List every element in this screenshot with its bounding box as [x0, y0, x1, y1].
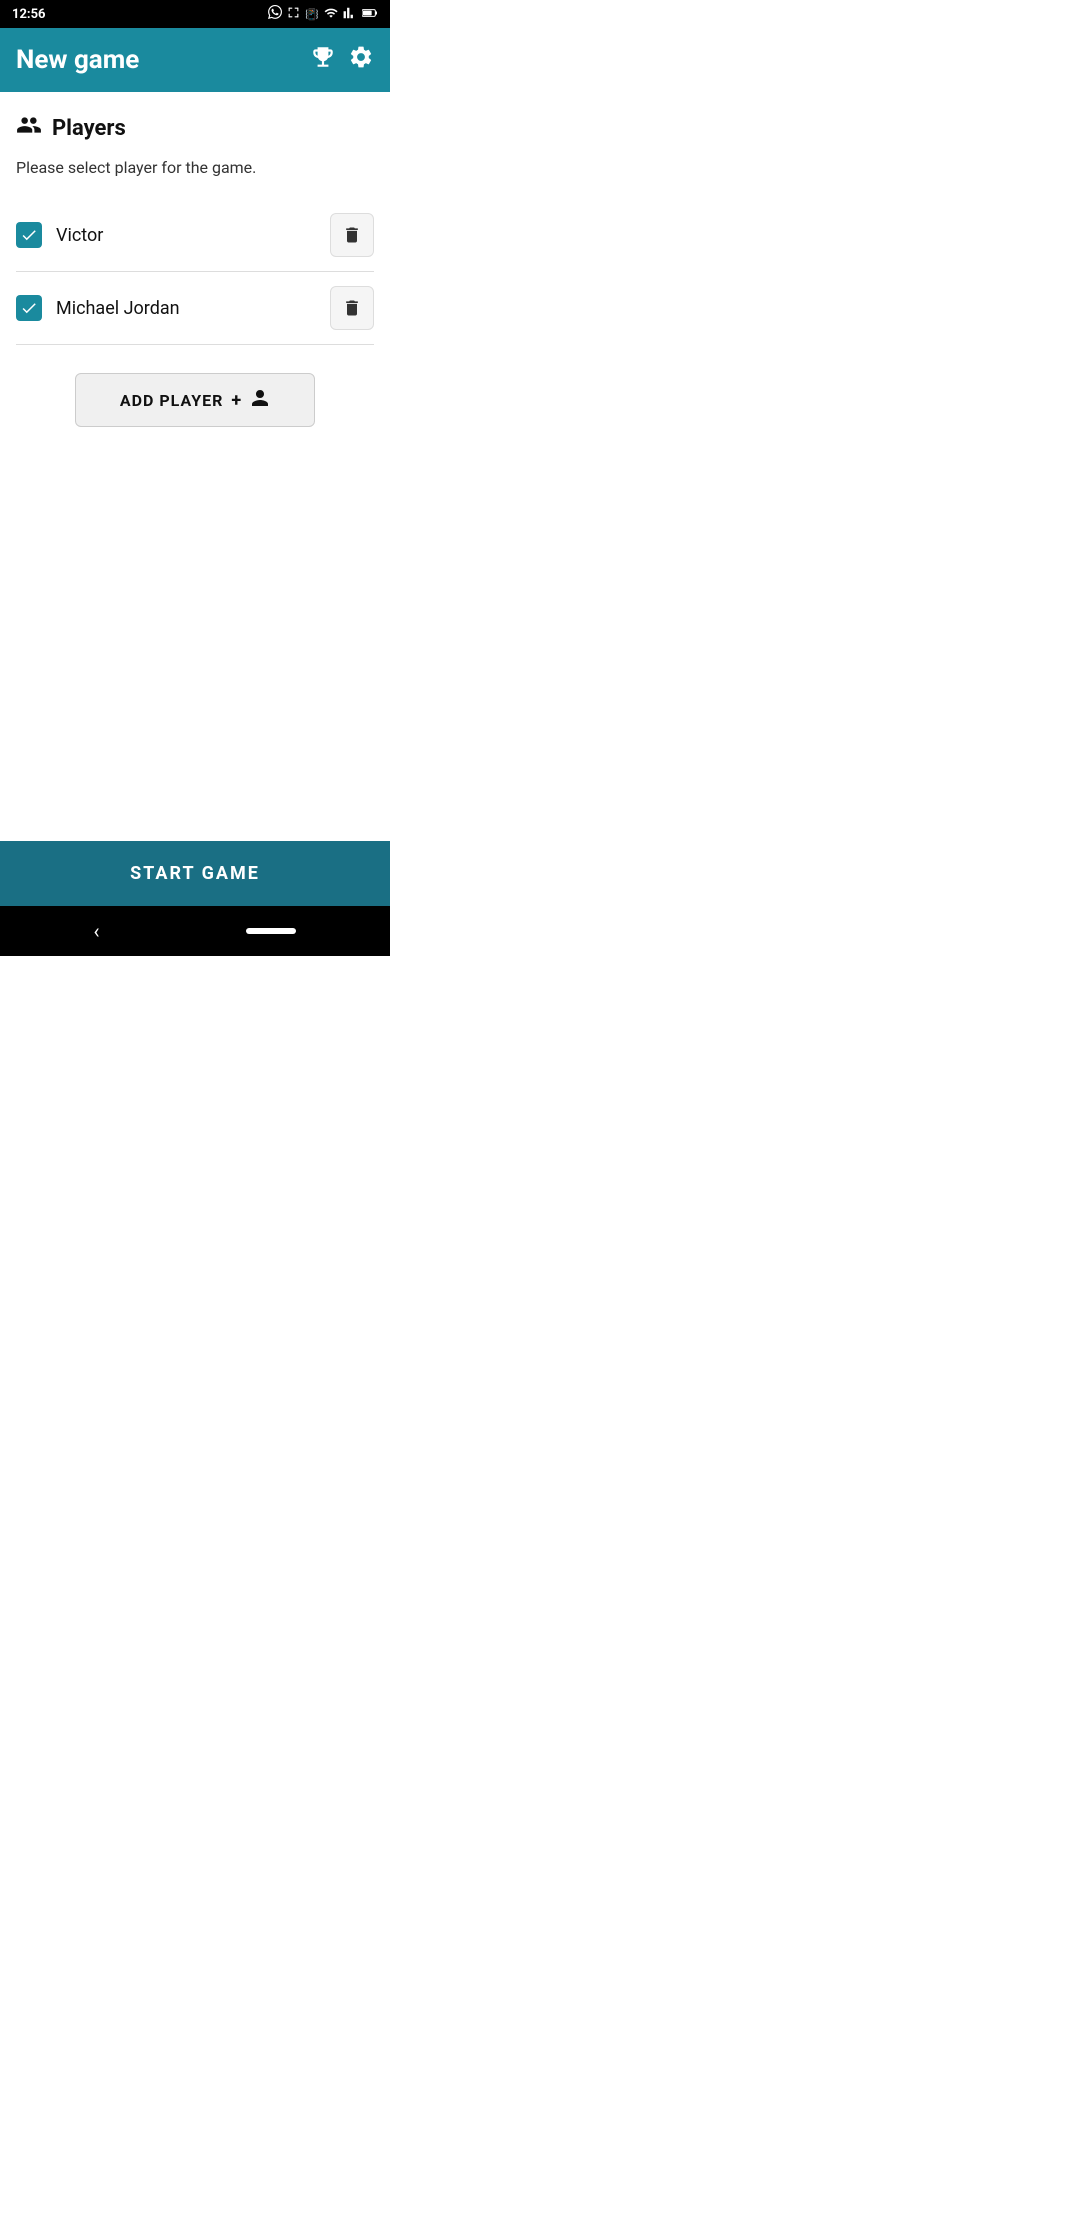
wifi-icon — [324, 6, 338, 23]
players-subtitle: Please select player for the game. — [16, 158, 374, 177]
player-1-delete-button[interactable] — [330, 213, 374, 257]
app-bar-actions — [310, 44, 374, 76]
page-title: New game — [16, 45, 139, 75]
status-icons: 📳 — [268, 5, 378, 23]
app-bar: New game — [0, 28, 390, 92]
player-row: Michael Jordan — [16, 272, 374, 345]
whatsapp-icon — [268, 5, 282, 23]
battery-icon — [362, 7, 378, 22]
person-icon — [250, 388, 270, 412]
nav-bar: ‹ — [0, 906, 390, 956]
status-bar: 12:56 📳 — [0, 0, 390, 28]
main-content: Players Please select player for the gam… — [0, 92, 390, 841]
section-header: Players — [16, 112, 374, 144]
player-2-name: Michael Jordan — [56, 298, 180, 319]
section-title: Players — [52, 116, 126, 141]
start-game-label: START GAME — [130, 863, 260, 884]
vibrate-icon: 📳 — [305, 8, 319, 21]
players-icon — [16, 112, 42, 144]
status-time: 12:56 — [12, 7, 46, 22]
player-2-checkbox[interactable] — [16, 295, 42, 321]
player-1-name: Victor — [56, 225, 103, 246]
back-button[interactable]: ‹ — [93, 919, 99, 943]
home-button[interactable] — [246, 928, 296, 934]
add-player-button[interactable]: ADD PLAYER + — [75, 373, 315, 427]
trophy-icon[interactable] — [310, 44, 336, 76]
add-player-icon: + — [231, 390, 242, 411]
player-1-checkbox[interactable] — [16, 222, 42, 248]
player-row: Victor — [16, 199, 374, 272]
add-player-label: ADD PLAYER — [120, 391, 224, 410]
settings-icon[interactable] — [348, 44, 374, 76]
screenshot-icon — [287, 6, 300, 23]
player-2-delete-button[interactable] — [330, 286, 374, 330]
signal-icon — [343, 6, 357, 23]
player-left-1: Victor — [16, 222, 103, 248]
start-game-button[interactable]: START GAME — [0, 841, 390, 906]
player-left-2: Michael Jordan — [16, 295, 180, 321]
